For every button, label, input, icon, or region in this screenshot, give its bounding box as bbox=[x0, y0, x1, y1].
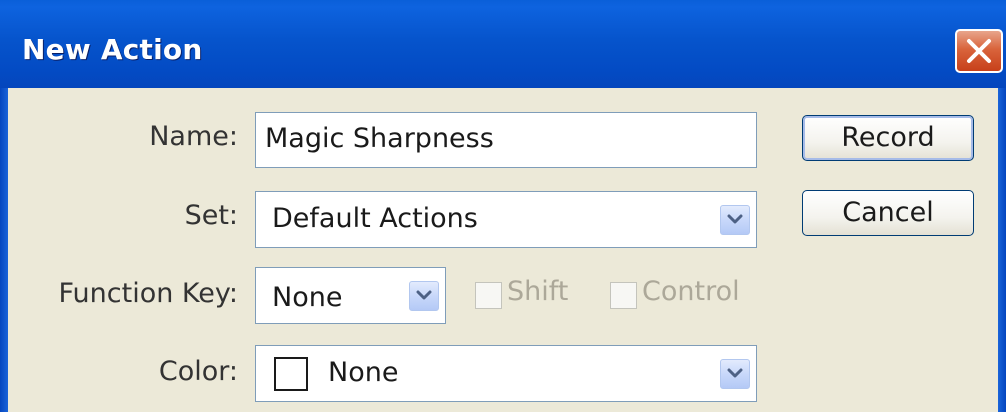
name-label: Name: bbox=[149, 121, 238, 152]
color-select[interactable]: None bbox=[255, 345, 757, 402]
function-key-select[interactable]: None bbox=[255, 267, 446, 324]
control-checkbox[interactable] bbox=[610, 282, 637, 309]
function-key-value: None bbox=[272, 282, 343, 313]
function-key-dropdown-button[interactable] bbox=[409, 281, 439, 311]
set-dropdown-button[interactable] bbox=[720, 205, 750, 235]
color-dropdown-button[interactable] bbox=[720, 359, 750, 389]
dialog-title: New Action bbox=[22, 33, 203, 66]
chevron-down-icon bbox=[416, 290, 432, 300]
name-input-value: Magic Sharpness bbox=[265, 123, 494, 154]
set-label: Set: bbox=[184, 200, 238, 231]
control-label: Control bbox=[642, 276, 740, 307]
title-bar[interactable]: New Action bbox=[0, 0, 1006, 88]
color-swatch bbox=[274, 357, 308, 391]
shift-checkbox[interactable] bbox=[475, 282, 502, 309]
chevron-down-icon bbox=[727, 368, 743, 378]
function-key-label: Function Key: bbox=[58, 278, 238, 309]
close-button[interactable] bbox=[955, 29, 1003, 73]
color-label: Color: bbox=[158, 356, 238, 387]
color-select-value: None bbox=[328, 357, 399, 388]
set-select-value: Default Actions bbox=[272, 203, 478, 234]
new-action-dialog: New Action Name: Magic Sharpness Record … bbox=[0, 0, 1006, 412]
window-frame-left bbox=[0, 88, 8, 412]
window-frame-right bbox=[998, 88, 1006, 412]
name-input[interactable]: Magic Sharpness bbox=[255, 112, 757, 168]
shift-label: Shift bbox=[507, 276, 569, 307]
cancel-button[interactable]: Cancel bbox=[802, 190, 974, 236]
set-select[interactable]: Default Actions bbox=[255, 191, 757, 248]
record-button[interactable]: Record bbox=[802, 115, 974, 161]
close-icon bbox=[967, 39, 991, 63]
chevron-down-icon bbox=[727, 214, 743, 224]
